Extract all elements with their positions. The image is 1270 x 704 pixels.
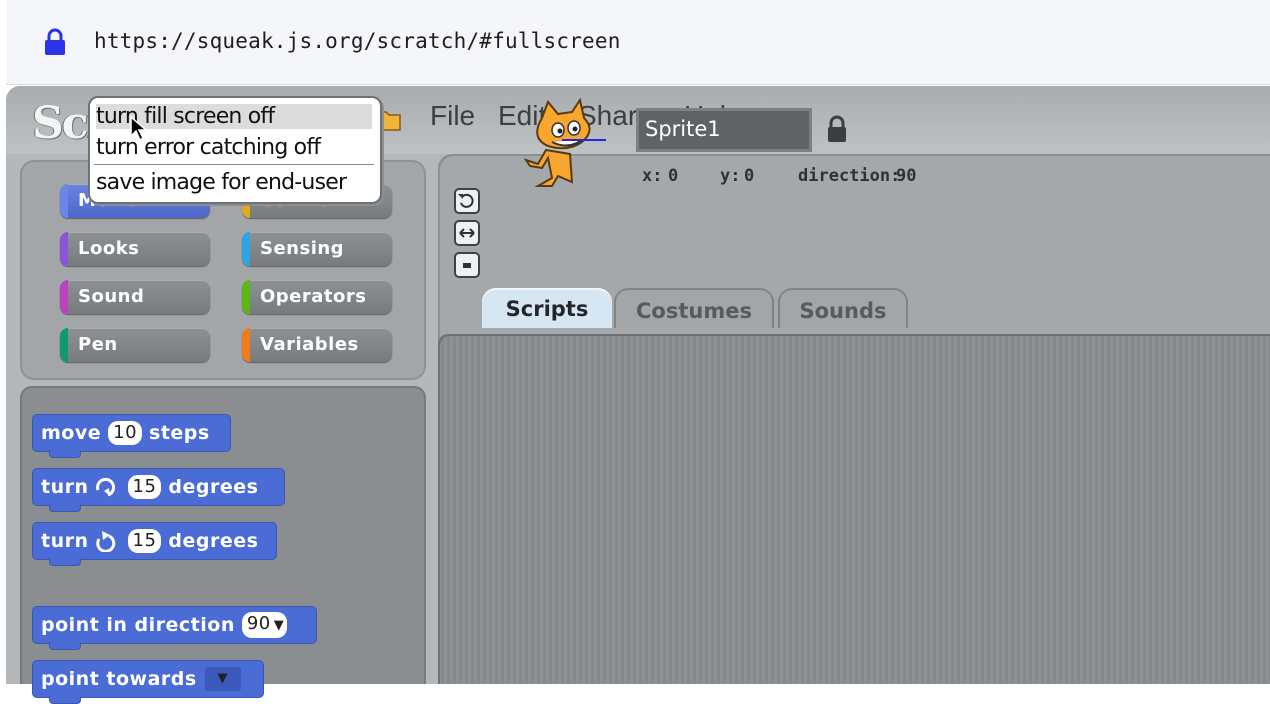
direction-value: 90 — [896, 166, 917, 186]
point-in-direction-block[interactable]: point in direction 90 ▼ — [32, 606, 317, 650]
rotate-all-around-icon — [458, 193, 474, 208]
context-menu: turn fill screen off turn error catching… — [88, 96, 382, 204]
dropdown-arrow-icon: ▼ — [273, 618, 285, 633]
tab-costumes[interactable]: Costumes — [614, 288, 774, 328]
category-label: Sound — [78, 286, 145, 307]
category-label: Operators — [260, 286, 367, 307]
block-text: steps — [149, 422, 210, 444]
x-label: x: — [642, 166, 663, 186]
turn-counterclockwise-block[interactable]: turn 15 degrees — [32, 522, 277, 566]
no-rotation-icon — [463, 263, 471, 268]
direction-label: direction: — [798, 166, 901, 186]
category-label: Sensing — [260, 238, 345, 259]
direction-dropdown[interactable]: 90 ▼ — [241, 612, 288, 638]
padlock-icon[interactable] — [826, 114, 848, 144]
menu-file[interactable]: File — [430, 100, 475, 132]
tab-scripts[interactable]: Scripts — [482, 288, 612, 328]
degrees-input[interactable]: 15 — [127, 529, 162, 553]
block-text: degrees — [168, 530, 259, 552]
rotate-clockwise-icon — [95, 477, 115, 497]
rotation-none-button[interactable] — [454, 252, 480, 278]
sprite-name-field[interactable]: Sprite1 — [636, 108, 812, 152]
direction-value: 90 — [246, 613, 271, 634]
degrees-input[interactable]: 15 — [127, 475, 162, 499]
category-label: Pen — [78, 334, 118, 355]
category-looks[interactable]: Looks — [60, 232, 210, 266]
block-text: turn — [41, 476, 89, 498]
rotation-all-around-button[interactable] — [454, 188, 480, 214]
scripts-workspace[interactable] — [438, 334, 1270, 684]
rotation-left-right-button[interactable] — [454, 220, 480, 246]
turn-clockwise-block[interactable]: turn 15 degrees — [32, 468, 285, 512]
block-text: degrees — [168, 476, 259, 498]
block-text: point towards — [41, 668, 197, 690]
sprite-dropdown[interactable]: ▼ — [204, 667, 241, 691]
rotate-counterclockwise-icon — [95, 531, 115, 552]
block-text: point in direction — [41, 614, 235, 636]
y-label: y: — [720, 166, 741, 186]
left-right-arrow-icon — [459, 228, 475, 238]
lock-icon — [45, 28, 65, 55]
x-value: 0 — [668, 166, 679, 186]
category-pen[interactable]: Pen — [60, 328, 210, 362]
url-text[interactable]: https://squeak.js.org/scratch/#fullscree… — [94, 29, 621, 53]
category-label: Looks — [78, 238, 140, 259]
category-variables[interactable]: Variables — [242, 328, 392, 362]
address-bar[interactable]: https://squeak.js.org/scratch/#fullscree… — [6, 0, 1270, 85]
menu-save-image-for-end-user[interactable]: save image for end-user — [96, 170, 347, 195]
y-value: 0 — [744, 166, 755, 186]
sprite-thumbnail-cat-icon[interactable] — [512, 98, 608, 190]
category-label: Variables — [260, 334, 359, 355]
block-text: move — [41, 422, 102, 444]
category-sensing[interactable]: Sensing — [242, 232, 392, 266]
tab-sounds[interactable]: Sounds — [778, 288, 908, 328]
block-text: turn — [41, 530, 89, 552]
steps-input[interactable]: 10 — [108, 421, 143, 445]
category-operators[interactable]: Operators — [242, 280, 392, 314]
mouse-cursor-icon — [130, 116, 148, 142]
move-steps-block[interactable]: move 10 steps — [32, 414, 231, 458]
menu-divider — [94, 164, 374, 165]
category-sound[interactable]: Sound — [60, 280, 210, 314]
point-towards-block[interactable]: point towards ▼ — [32, 660, 264, 704]
